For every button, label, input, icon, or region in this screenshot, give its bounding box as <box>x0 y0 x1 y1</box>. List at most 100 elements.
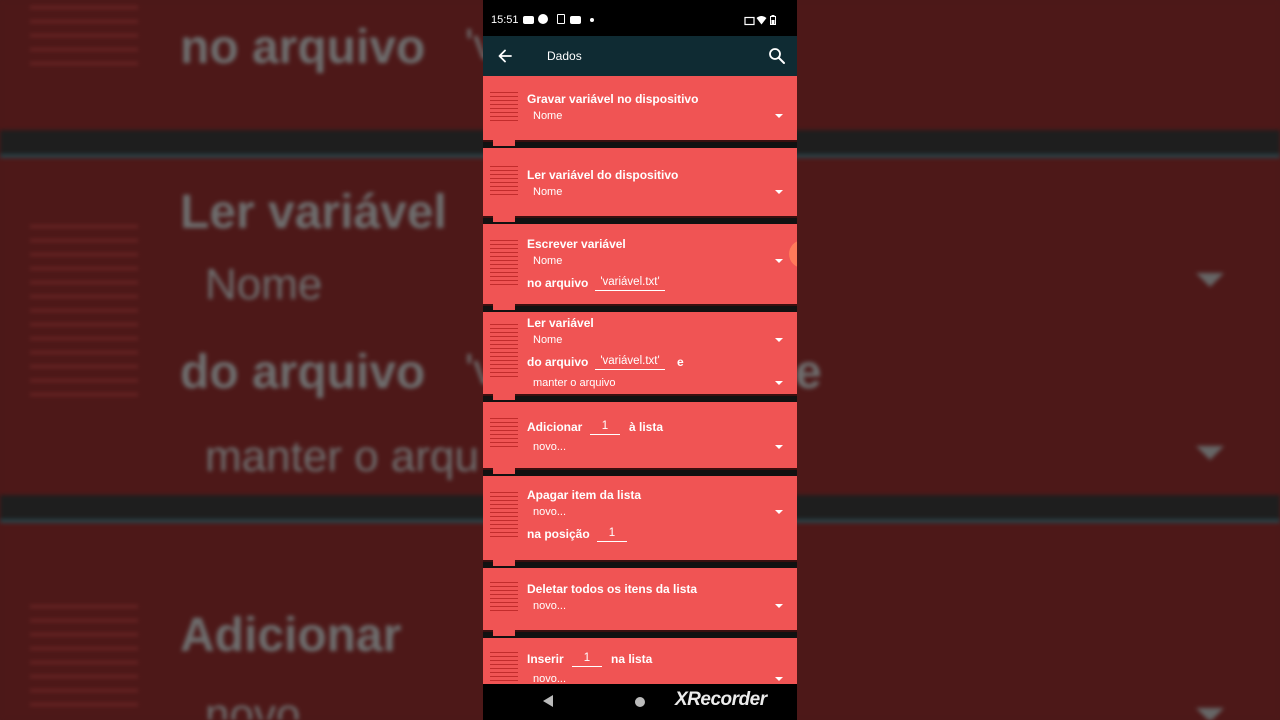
block-connector <box>493 304 515 310</box>
drag-handle-icon[interactable] <box>490 492 518 540</box>
block-label: no arquivo <box>527 276 589 290</box>
navigation-bar: XRecorder <box>483 684 797 720</box>
watermark-logo: XRecorder <box>675 689 767 710</box>
chevron-down-icon <box>775 445 783 449</box>
bg-text-no-arquivo: no arquivo <box>180 21 426 74</box>
block-connector <box>493 216 515 222</box>
file-name-field[interactable]: 'variável.txt' <box>595 276 665 291</box>
block-inserir[interactable]: Inserir 1 na lista novo... <box>483 638 797 684</box>
screenshot-icon <box>557 14 565 24</box>
drag-handle-icon[interactable] <box>490 324 518 380</box>
dropdown-value: novo... <box>533 600 567 612</box>
notification-dot-icon <box>590 18 594 22</box>
status-time: 15:51 <box>491 14 519 26</box>
bg-text-manter: manter o arqu <box>205 432 479 481</box>
variable-dropdown[interactable]: Nome <box>533 110 785 122</box>
block-deletar-todos[interactable]: Deletar todos os itens da lista novo... <box>483 568 797 636</box>
youtube-icon <box>523 16 534 24</box>
number-field[interactable]: 1 <box>590 420 620 435</box>
block-label: na posição <box>527 527 590 541</box>
block-adicionar-lista[interactable]: Adicionar 1 à lista novo... <box>483 402 797 474</box>
block-connector <box>493 560 515 566</box>
cast-icon <box>744 16 755 26</box>
variable-dropdown[interactable]: Nome <box>533 334 785 346</box>
block-ler-variavel-dispositivo[interactable]: Ler variável do dispositivo Nome <box>483 148 797 222</box>
block-title: Deletar todos os itens da lista <box>527 582 698 596</box>
block-title: Escrever variável <box>527 237 626 251</box>
list-dropdown[interactable]: novo... <box>533 600 785 612</box>
drag-handle-icon[interactable] <box>490 240 518 288</box>
block-connector <box>493 394 515 400</box>
block-title: Gravar variável no dispositivo <box>527 92 699 106</box>
page-title: Dados <box>547 49 582 63</box>
bg-chevron-down-icon <box>1196 273 1224 287</box>
bg-chevron-down-icon <box>1196 708 1224 720</box>
drag-handle-icon[interactable] <box>490 92 518 124</box>
chevron-down-icon <box>775 677 783 681</box>
list-dropdown[interactable]: novo... <box>533 441 785 453</box>
block-ler-variavel[interactable]: Ler variável Nome do arquivo 'variável.t… <box>483 312 797 400</box>
drag-handle-icon[interactable] <box>490 166 518 198</box>
chevron-down-icon <box>775 604 783 608</box>
block-label: na lista <box>611 652 653 666</box>
block-apagar-item[interactable]: Apagar item da lista novo... na posição … <box>483 476 797 566</box>
status-bar: 15:51 <box>483 0 797 36</box>
block-gravar-variavel[interactable]: Gravar variável no dispositivo Nome <box>483 76 797 146</box>
block-title: Ler variável do dispositivo <box>527 168 679 182</box>
phone-screen: 15:51 Dados Gravar variável no dispositi… <box>483 0 797 720</box>
dropdown-value: manter o arquivo <box>533 377 616 389</box>
dropdown-value: novo... <box>533 673 567 684</box>
block-label-e: e <box>677 355 684 369</box>
drag-handle-icon[interactable] <box>490 418 518 450</box>
block-title: Apagar item da lista <box>527 488 642 502</box>
dropdown-value: novo... <box>533 506 567 518</box>
dropdown-value: novo... <box>533 441 567 453</box>
variable-dropdown[interactable]: Nome <box>533 255 785 267</box>
wifi-icon <box>756 16 767 25</box>
block-connector <box>493 630 515 636</box>
dropdown-value: Nome <box>533 186 563 198</box>
bg-text-ler-variavel: Ler variável <box>180 186 447 239</box>
chevron-down-icon <box>775 381 783 385</box>
bg-text-e: e <box>795 346 822 399</box>
block-list[interactable]: Gravar variável no dispositivo Nome Ler … <box>483 76 797 684</box>
position-field[interactable]: 1 <box>597 527 627 542</box>
block-escrever-variavel[interactable]: Escrever variável Nome no arquivo 'variá… <box>483 224 797 310</box>
chevron-down-icon <box>775 510 783 514</box>
dropdown-value: Nome <box>533 110 563 122</box>
background-grip <box>30 225 138 407</box>
block-title: Ler variável <box>527 316 594 330</box>
list-dropdown[interactable]: novo... <box>533 506 785 518</box>
drag-handle-icon[interactable] <box>490 652 518 684</box>
drag-handle-icon[interactable] <box>490 582 518 614</box>
chevron-down-icon <box>775 114 783 118</box>
chevron-down-icon <box>775 190 783 194</box>
number-field[interactable]: 1 <box>572 652 602 667</box>
list-dropdown[interactable]: novo... <box>533 673 785 684</box>
background-grip <box>30 605 138 717</box>
youtube-icon <box>570 16 581 24</box>
bg-text-novo: novo <box>205 690 301 720</box>
nav-home-icon[interactable] <box>635 697 645 707</box>
chevron-down-icon <box>775 338 783 342</box>
bg-text-nome: Nome <box>205 260 323 309</box>
dropdown-value: Nome <box>533 255 563 267</box>
battery-icon <box>770 15 776 25</box>
app-icon <box>538 14 548 24</box>
dropdown-value: Nome <box>533 334 563 346</box>
block-label: à lista <box>629 420 664 434</box>
bg-text-do-arquivo: do arquivo <box>180 346 426 399</box>
bg-chevron-down-icon <box>1196 446 1224 460</box>
block-title: Adicionar <box>527 420 583 434</box>
variable-dropdown[interactable]: Nome <box>533 186 785 198</box>
background-grip <box>30 6 138 76</box>
block-label: do arquivo <box>527 355 589 369</box>
chevron-down-icon <box>775 259 783 263</box>
file-mode-dropdown[interactable]: manter o arquivo <box>533 377 785 389</box>
nav-back-icon[interactable] <box>543 695 553 707</box>
search-icon[interactable] <box>767 46 787 66</box>
block-connector <box>493 468 515 474</box>
back-arrow-icon[interactable] <box>495 46 515 66</box>
bg-text-adicionar: Adicionar <box>180 609 402 662</box>
file-name-field[interactable]: 'variável.txt' <box>595 355 665 370</box>
